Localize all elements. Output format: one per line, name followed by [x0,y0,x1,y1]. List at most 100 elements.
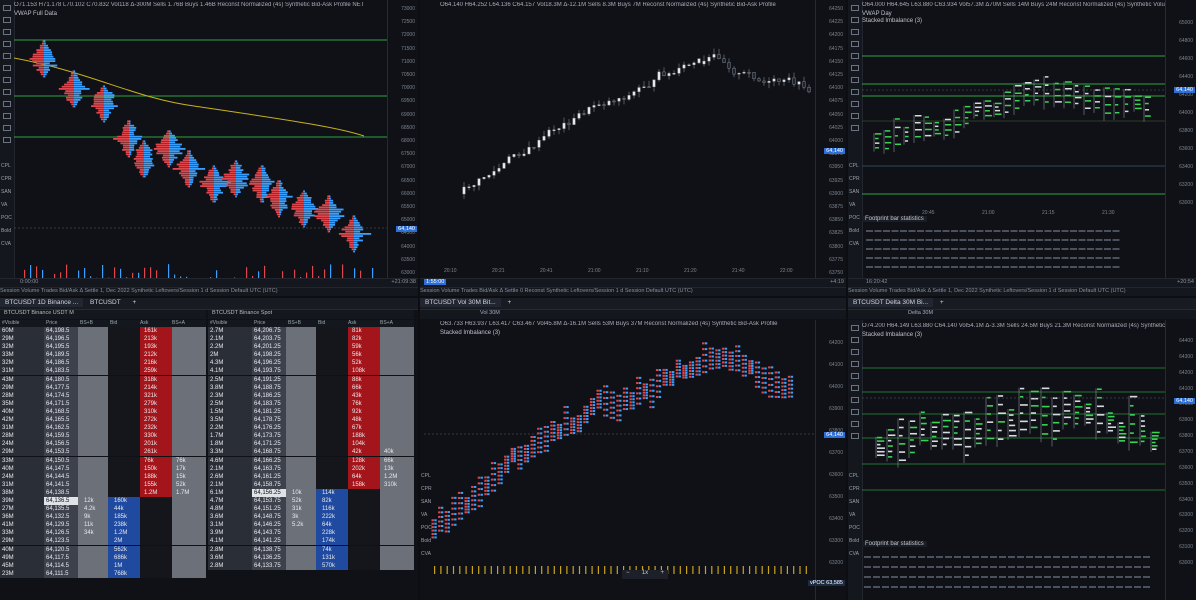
bid-size[interactable]: 174k [322,537,335,545]
ask-size[interactable]: 261k [144,448,157,456]
tab-dom-1d[interactable]: BTCUSDT 1D Binance ... [0,298,84,307]
measure-tool-icon[interactable] [851,89,859,95]
profile-toggle[interactable]: CPR [1,173,12,186]
ask-size[interactable]: 193k [144,343,157,351]
ask-size[interactable]: 202k [352,465,365,473]
dom-row[interactable]: 3.6M 64,148.75 3k 222k [208,513,414,522]
footprint-chart[interactable] [424,338,814,574]
footprint-chart[interactable]: Nov 20Nov 27Dec 41118 [14,18,388,288]
dom-row[interactable]: 36M 64,132.5 9k 185k [0,513,206,522]
price-axis[interactable]: 65000 64800 64600 64400 64200 64000 63800 63600… [1165,0,1196,296]
tab-btcusdt[interactable]: BTCUSDT [85,298,126,307]
interval-label[interactable]: Vol 30M [480,310,500,316]
dom-row[interactable]: 40M 64,147.5 150k 17k [0,464,206,473]
add-tab-button[interactable]: + [935,298,949,307]
ask-size[interactable]: 67k [352,424,362,432]
bid-size[interactable]: 160k [114,497,127,505]
dom-left-title[interactable]: BTCUSDT Binance USDT M [4,310,74,316]
ask-size[interactable]: 92k [352,408,362,416]
line-tool-icon[interactable] [3,29,11,35]
ask-size[interactable]: 201k [144,440,157,448]
bid-size[interactable]: 562k [114,546,127,554]
crosshair-icon[interactable] [3,17,11,23]
ask-size[interactable]: 259k [144,367,157,375]
footprint-stats-title[interactable]: Footprint bar statistics [862,216,927,222]
ask-size[interactable]: 76k [144,457,154,465]
price-axis[interactable]: 64400 64300 64200 64100 64000 63900 63800 63700… [1165,320,1196,600]
dom-row[interactable]: 2M 64,198.25 56k [208,351,414,360]
dom-row[interactable]: 23M 64,111.5 768k [0,569,206,578]
profile-toggle[interactable]: CVA [421,548,432,561]
dom-row[interactable]: 2.1M 64,158.75 158k 310k [208,480,414,489]
profile-toggle[interactable]: SAN [421,496,432,509]
bid-size[interactable]: 228k [322,529,335,537]
dom-row[interactable]: 2.5M 64,183.75 76k [208,399,414,408]
stacked-imbalance-label[interactable]: Stacked Imbalance (3) [862,332,922,338]
profile-toggle[interactable]: SAN [849,496,860,509]
chart-subtoolbar[interactable]: Delta 30M [848,310,1196,319]
dom-row[interactable]: 4.1M 64,141.25 174k [208,537,414,546]
bid-size[interactable]: 1M [114,562,122,570]
profile-toggle[interactable]: POC [1,212,12,225]
tab-delta30m[interactable]: BTCUSDT Delta 30M Bi... [848,298,934,307]
dom-row[interactable]: 2.8M 64,138.75 74k [208,545,414,554]
profile-toggle[interactable]: Bold [849,225,860,238]
dom-row[interactable]: 43M 64,180.5 318k [0,375,206,384]
dom-row[interactable]: 38M 64,138.5 1.2M 1.7M [0,488,206,497]
dom-column-header[interactable]: Bid [318,320,325,326]
text-tool-icon[interactable] [851,397,859,403]
session-bar[interactable]: Session Volume Trades Bid/Ask Δ Settle 1… [0,287,418,296]
zoom-in-button[interactable]: + [660,570,664,576]
rectangle-tool-icon[interactable] [3,53,11,59]
profile-toggle[interactable]: SAN [1,186,12,199]
dom-ladder-spot[interactable]: #Visible Price BS+B Bid Ask BS+A 2.7M 64,206.75… [208,320,414,600]
fib-tool-icon[interactable] [851,385,859,391]
bid-size[interactable]: 74k [322,546,332,554]
dom-row[interactable]: 31M 64,183.5 259k [0,367,206,376]
profile-toggle[interactable]: Bold [849,535,860,548]
ask-size[interactable]: 66k [352,384,362,392]
ask-size[interactable]: 150k [144,465,157,473]
line-tool-icon[interactable] [851,349,859,355]
ask-size[interactable]: 188k [144,473,157,481]
profile-toggle[interactable]: CPL [849,160,860,173]
time-axis[interactable]: 1:55:00 +4:19 [420,278,846,287]
vwap-indicator-label[interactable]: VWAP Full Data [14,11,57,17]
profile-toggle[interactable]: VA [1,199,12,212]
dom-row[interactable]: 1.8M 64,171.25 104k [208,440,414,449]
dom-row[interactable]: 33M 64,189.5 212k [0,351,206,360]
lock-icon[interactable] [3,125,11,131]
tab-vol30m[interactable]: BTCUSDT Vol 30M Bit... [420,298,501,307]
dom-row[interactable]: 4.1M 64,193.75 108k [208,367,414,376]
dom-column-header[interactable]: BS+A [380,320,393,326]
ask-size[interactable]: 272k [144,416,157,424]
bid-size[interactable]: 64k [322,521,332,529]
dom-right-title[interactable]: BTCUSDT Binance Spot [212,310,272,316]
dom-row[interactable]: 4.7M 64,153.75 52k 82k [208,496,414,505]
dom-row[interactable]: 2.2M 64,176.25 67k [208,424,414,433]
ask-size[interactable]: 279k [144,400,157,408]
ask-size[interactable]: 161k [144,327,157,335]
ask-size[interactable]: 188k [352,432,365,440]
bid-size[interactable]: 44k [114,505,124,513]
dom-row[interactable]: 29M 64,123.5 2M [0,537,206,546]
dom-row[interactable]: 3.3M 64,168.75 42k 40k [208,448,414,457]
time-axis[interactable]: 16:20:42 +20:54 [848,278,1196,287]
bid-size[interactable]: 768k [114,570,127,578]
dom-row[interactable]: 35M 64,171.5 279k [0,399,206,408]
dom-row[interactable]: 31M 64,162.5 232k [0,424,206,433]
price-axis[interactable]: 64200 64100 64000 63900 63800 63700 63600 63500… [815,320,846,600]
dom-row[interactable]: 31M 64,141.5 155k 52k [0,480,206,489]
ask-size[interactable]: 104k [352,440,365,448]
dom-row[interactable]: 29M 64,177.5 214k [0,383,206,392]
dom-row[interactable]: 2.3M 64,186.25 43k [208,391,414,400]
dom-row[interactable]: 33M 64,150.5 76k 76k [0,456,206,465]
rectangle-tool-icon[interactable] [851,53,859,59]
dom-row[interactable]: 28M 64,159.5 330k [0,432,206,441]
ask-size[interactable]: 213k [144,335,157,343]
bid-size[interactable]: 114k [322,489,335,497]
dom-row[interactable]: 1.5M 64,181.25 92k [208,407,414,416]
dom-row[interactable]: 2.1M 64,203.75 82k [208,335,414,344]
ask-size[interactable]: 158k [352,481,365,489]
crosshair-icon[interactable] [851,17,859,23]
